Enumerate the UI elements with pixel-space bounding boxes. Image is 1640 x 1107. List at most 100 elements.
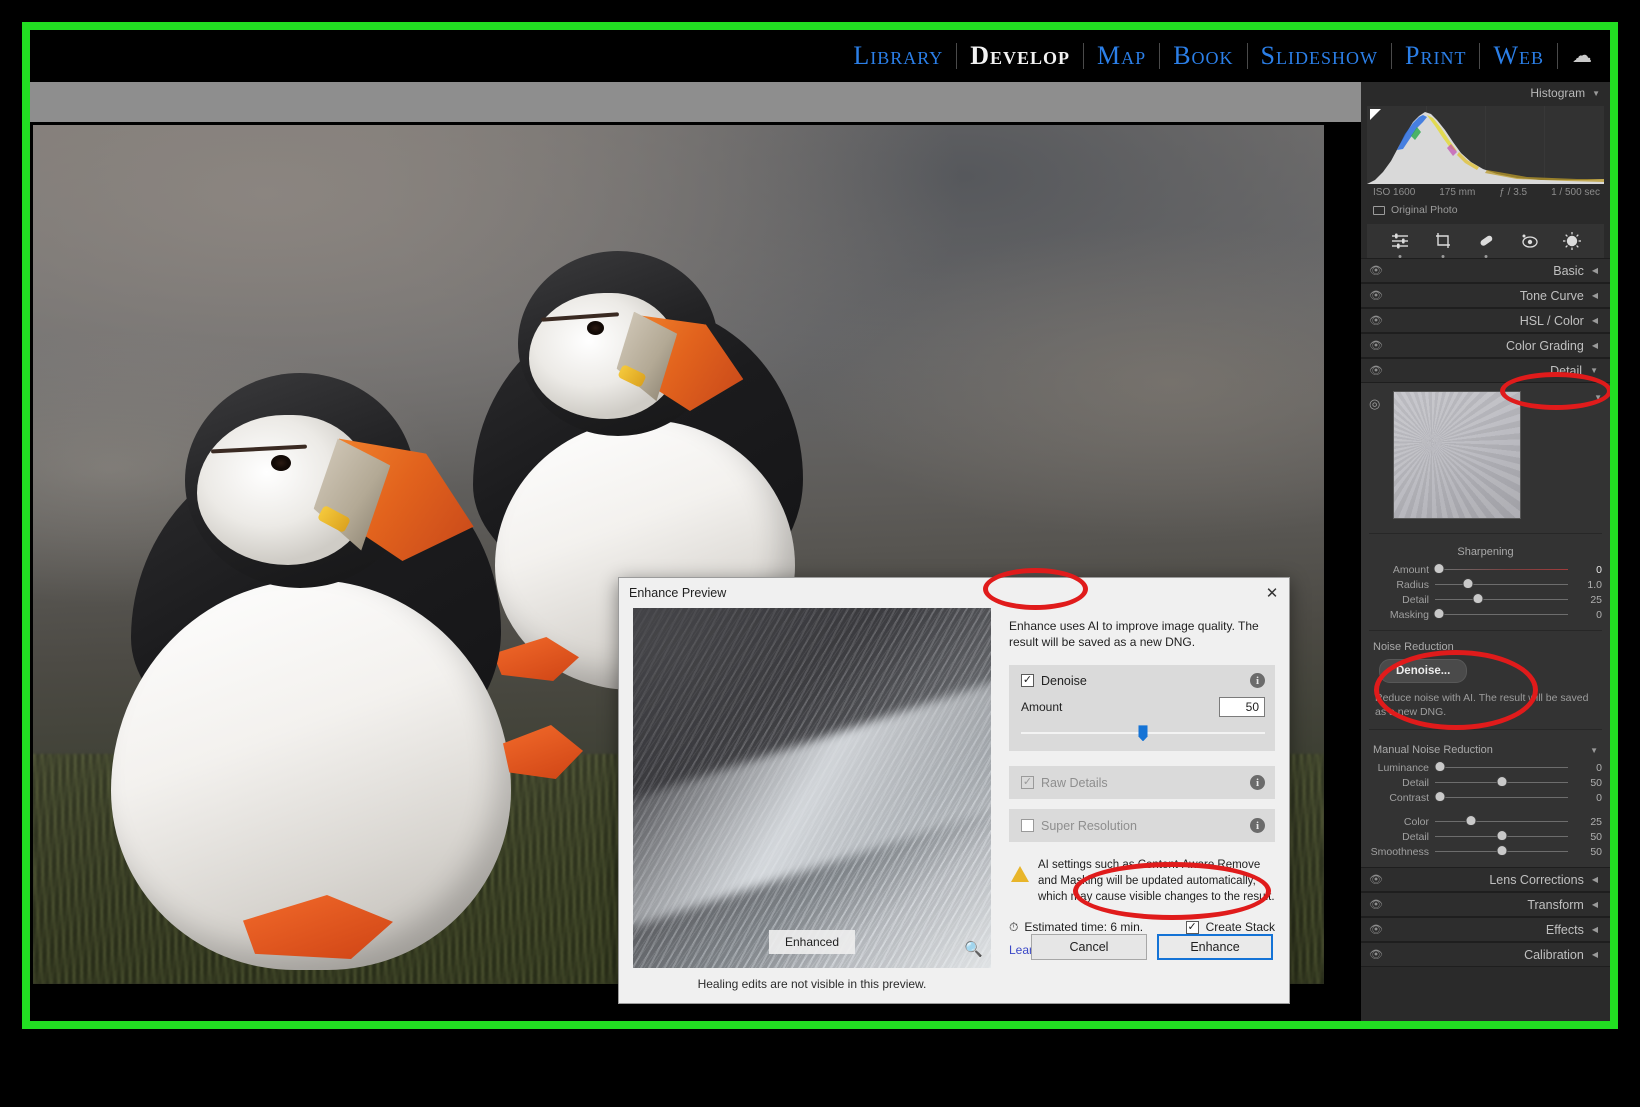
slider-sharpening-detail[interactable]: Detail 25 — [1361, 592, 1610, 607]
red-eye-icon[interactable] — [1519, 231, 1539, 251]
module-library[interactable]: Library — [840, 41, 956, 71]
magnifier-icon[interactable]: 🔍 — [964, 940, 983, 958]
cloud-sync-icon[interactable]: ☁ — [1572, 46, 1592, 66]
chevron-left-icon[interactable]: ◀ — [1592, 925, 1598, 934]
sidebar-section-lens-corrections[interactable]: 👁 Lens Corrections ◀ — [1361, 867, 1610, 892]
denoise-option-row[interactable]: ✓ Denoise i — [1021, 673, 1265, 688]
slider-value[interactable]: 25 — [1568, 594, 1602, 606]
chevron-left-icon[interactable]: ◀ — [1592, 266, 1598, 275]
chevron-down-icon[interactable]: ▼ — [1590, 366, 1598, 375]
slider-sharpening-masking[interactable]: Masking 0 — [1361, 607, 1610, 622]
module-slideshow[interactable]: Slideshow — [1248, 41, 1391, 71]
info-icon[interactable]: i — [1250, 818, 1265, 833]
chevron-down-icon[interactable]: ▼ — [1594, 393, 1602, 402]
slider-value[interactable]: 0 — [1568, 564, 1602, 576]
slider-knob[interactable] — [1466, 816, 1475, 825]
slider-color-detail[interactable]: Detail 50 — [1361, 829, 1610, 844]
sidebar-section-transform[interactable]: 👁 Transform ◀ — [1361, 892, 1610, 917]
slider-luminance-contrast[interactable]: Contrast 0 — [1361, 790, 1610, 805]
sidebar-section-color-grading[interactable]: 👁 Color Grading ◀ — [1361, 333, 1610, 358]
create-stack-option[interactable]: ✓ Create Stack — [1186, 920, 1275, 934]
chevron-left-icon[interactable]: ◀ — [1592, 875, 1598, 884]
slider-knob[interactable] — [1436, 762, 1445, 771]
sidebar-section-basic[interactable]: 👁 Basic ◀ — [1361, 258, 1610, 283]
slider-track[interactable] — [1435, 579, 1568, 590]
target-adjust-icon[interactable]: ◎ — [1369, 397, 1383, 411]
amount-input[interactable]: 50 — [1219, 697, 1265, 717]
slider-value[interactable]: 25 — [1568, 816, 1602, 828]
eye-icon[interactable]: 👁 — [1369, 341, 1382, 351]
eye-icon[interactable]: 👁 — [1369, 875, 1382, 885]
module-map[interactable]: Map — [1084, 41, 1159, 71]
sidebar-section-hsl-color[interactable]: 👁 HSL / Color ◀ — [1361, 308, 1610, 333]
slider-value[interactable]: 1.0 — [1568, 579, 1602, 591]
amount-slider[interactable] — [1021, 725, 1265, 741]
slider-luminance-detail[interactable]: Detail 50 — [1361, 775, 1610, 790]
slider-value[interactable]: 0 — [1568, 762, 1602, 774]
detail-zoom-preview[interactable] — [1393, 391, 1521, 519]
sidebar-section-tone-curve[interactable]: 👁 Tone Curve ◀ — [1361, 283, 1610, 308]
info-icon[interactable]: i — [1250, 775, 1265, 790]
slider-value[interactable]: 0 — [1568, 609, 1602, 621]
module-print[interactable]: Print — [1392, 41, 1479, 71]
slider-knob[interactable] — [1497, 831, 1506, 840]
slider-sharpening-amount[interactable]: Amount 0 — [1361, 562, 1610, 577]
eye-icon[interactable]: 👁 — [1369, 266, 1382, 276]
chevron-left-icon[interactable]: ◀ — [1592, 900, 1598, 909]
histogram[interactable] — [1367, 106, 1604, 184]
slider-knob[interactable] — [1464, 579, 1473, 588]
slider-knob[interactable] — [1473, 594, 1482, 603]
chevron-down-icon[interactable]: ▼ — [1590, 746, 1598, 755]
slider-track[interactable] — [1435, 762, 1568, 773]
slider-value[interactable]: 50 — [1568, 831, 1602, 843]
slider-luminance[interactable]: Luminance 0 — [1361, 760, 1610, 775]
slider-knob[interactable] — [1497, 777, 1506, 786]
slider-track[interactable] — [1435, 792, 1568, 803]
cancel-button[interactable]: Cancel — [1031, 934, 1147, 960]
chevron-left-icon[interactable]: ◀ — [1592, 291, 1598, 300]
eye-icon[interactable]: 👁 — [1369, 366, 1382, 376]
healing-brush-icon[interactable] — [1476, 231, 1496, 251]
module-develop[interactable]: Develop — [957, 41, 1083, 71]
slider-knob[interactable] — [1497, 846, 1506, 855]
create-stack-checkbox[interactable]: ✓ — [1186, 921, 1199, 934]
slider-track[interactable] — [1435, 846, 1568, 857]
edit-sliders-icon[interactable] — [1390, 231, 1410, 251]
chevron-left-icon[interactable]: ◀ — [1592, 950, 1598, 959]
chevron-left-icon[interactable]: ◀ — [1592, 341, 1598, 350]
crop-overlay-icon[interactable] — [1433, 231, 1453, 251]
masking-icon[interactable] — [1562, 231, 1582, 251]
chevron-left-icon[interactable]: ◀ — [1592, 316, 1598, 325]
shadow-clipping-indicator[interactable] — [1370, 109, 1381, 120]
denoise-button[interactable]: Denoise... — [1379, 659, 1467, 683]
slider-value[interactable]: 50 — [1568, 777, 1602, 789]
slider-smoothness[interactable]: Smoothness 50 — [1361, 844, 1610, 859]
sidebar-section-detail[interactable]: 👁 Detail ▼ — [1361, 358, 1610, 383]
denoise-checkbox[interactable]: ✓ — [1021, 674, 1034, 687]
sidebar-section-calibration[interactable]: 👁 Calibration ◀ — [1361, 942, 1610, 967]
slider-sharpening-radius[interactable]: Radius 1.0 — [1361, 577, 1610, 592]
slider-track[interactable] — [1435, 594, 1568, 605]
slider-knob[interactable] — [1434, 564, 1443, 573]
slider-value[interactable]: 50 — [1568, 846, 1602, 858]
module-book[interactable]: Book — [1160, 41, 1246, 71]
info-icon[interactable]: i — [1250, 673, 1265, 688]
eye-icon[interactable]: 👁 — [1369, 291, 1382, 301]
histogram-header[interactable]: Histogram ▼ — [1361, 82, 1610, 104]
slider-track[interactable] — [1435, 609, 1568, 620]
slider-track[interactable] — [1435, 831, 1568, 842]
chevron-down-icon[interactable]: ▼ — [1592, 89, 1600, 98]
amount-slider-knob[interactable] — [1139, 725, 1148, 741]
slider-knob[interactable] — [1434, 609, 1443, 618]
original-photo-toggle[interactable]: Original Photo — [1361, 198, 1610, 222]
slider-track[interactable] — [1435, 777, 1568, 788]
enhance-button[interactable]: Enhance — [1157, 934, 1273, 960]
enhance-preview-image[interactable]: Enhanced 🔍 — [633, 608, 991, 968]
eye-icon[interactable]: 👁 — [1369, 925, 1382, 935]
module-web[interactable]: Web — [1480, 41, 1557, 71]
manual-noise-reduction-header[interactable]: Manual Noise Reduction ▼ — [1361, 738, 1610, 760]
slider-track[interactable] — [1435, 816, 1568, 827]
eye-icon[interactable]: 👁 — [1369, 950, 1382, 960]
eye-icon[interactable]: 👁 — [1369, 900, 1382, 910]
slider-color[interactable]: Color 25 — [1361, 814, 1610, 829]
